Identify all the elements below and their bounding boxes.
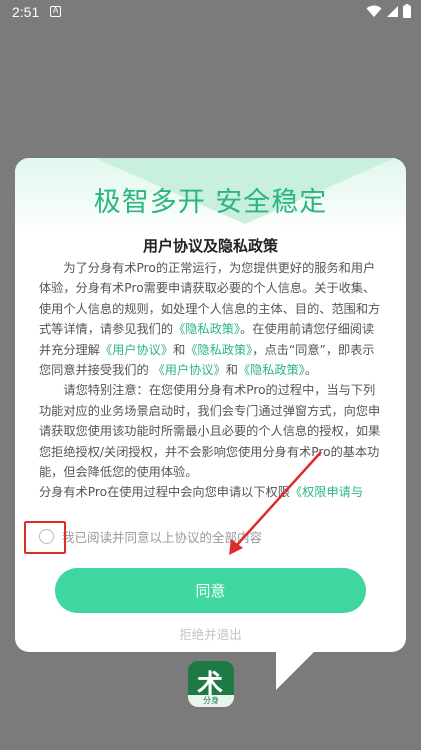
notification-a-icon: A bbox=[50, 6, 61, 17]
signal-icon bbox=[387, 5, 398, 17]
background-app-icon: 术 分身 bbox=[188, 661, 234, 707]
annotation-highlight-box bbox=[24, 521, 66, 554]
para1-text-3: 和 bbox=[173, 342, 186, 357]
para1-text-5: 和 bbox=[225, 363, 238, 378]
para3-text: 分身有术Pro在使用过程中会向您申请以下权限 bbox=[39, 485, 290, 500]
dialog-headline: 极智多开 安全稳定 bbox=[93, 187, 328, 218]
policy-paragraph-1: 为了分身有术Pro的正常运行，为您提供更好的服务和用户体验，分身有术Pro需要申… bbox=[39, 258, 383, 380]
wifi-icon bbox=[366, 5, 382, 17]
user-agreement-link[interactable]: 《用户协议》 bbox=[100, 343, 173, 357]
app-tag: 分身 bbox=[188, 695, 234, 707]
status-time: 2:51 bbox=[12, 4, 40, 20]
policy-paragraph-3: 分身有术Pro在使用过程中会向您申请以下权限《权限申请与 bbox=[39, 482, 383, 502]
battery-icon bbox=[403, 4, 411, 18]
permission-link[interactable]: 《权限申请与 bbox=[290, 485, 363, 499]
status-bar: 2:51 A bbox=[0, 0, 421, 26]
user-agreement-link-2[interactable]: 《用户协议》 bbox=[153, 363, 226, 377]
para1-text-6: 。 bbox=[304, 363, 318, 378]
reject-exit-link[interactable]: 拒绝并退出 bbox=[15, 624, 406, 643]
agree-checkbox-row[interactable]: 我已阅读并同意以上协议的全部内容 bbox=[39, 526, 262, 546]
privacy-policy-link-2[interactable]: 《隐私政策》 bbox=[185, 343, 252, 357]
privacy-policy-link[interactable]: 《隐私政策》 bbox=[173, 322, 240, 336]
policy-body[interactable]: 为了分身有术Pro的正常运行，为您提供更好的服务和用户体验，分身有术Pro需要申… bbox=[39, 258, 383, 510]
agree-checkbox-label[interactable]: 我已阅读并同意以上协议的全部内容 bbox=[62, 527, 262, 546]
dialog-tail-decoration bbox=[276, 620, 346, 690]
policy-paragraph-2: 请您特别注意：在您使用分身有术Pro的过程中，当与下列功能对应的业务场景启动时，… bbox=[39, 383, 381, 480]
policy-title: 用户协议及隐私政策 bbox=[142, 237, 278, 255]
agree-button[interactable]: 同意 bbox=[55, 568, 366, 613]
privacy-dialog: 极智多开 安全稳定 用户协议及隐私政策 为了分身有术Pro的正常运行，为您提供更… bbox=[15, 158, 406, 652]
privacy-policy-link-3[interactable]: 《隐私政策》 bbox=[238, 363, 305, 377]
status-icons bbox=[366, 4, 411, 18]
